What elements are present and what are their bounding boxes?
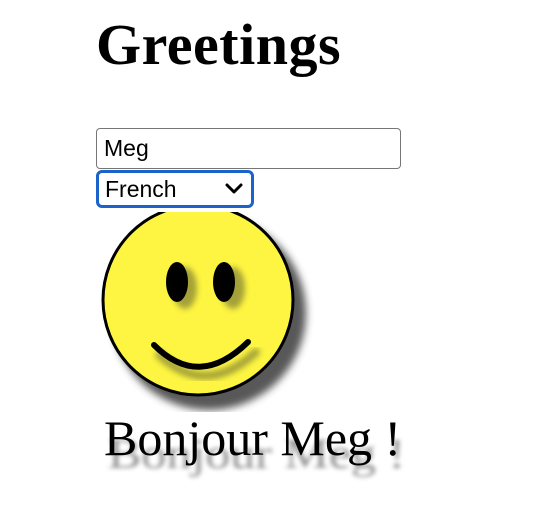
smiley-face-icon — [101, 212, 306, 410]
language-select[interactable]: French — [96, 170, 254, 208]
language-select-value: French — [105, 176, 177, 202]
page-title: Greetings — [96, 12, 342, 77]
right-eye — [213, 262, 235, 302]
chevron-down-icon — [225, 183, 243, 194]
left-eye — [166, 262, 188, 302]
greeting-text: Bonjour Meg ! — [104, 410, 402, 466]
greeting-banner: Bonjour Meg ! Bonjour Meg ! — [104, 408, 504, 508]
name-input[interactable] — [96, 128, 401, 169]
